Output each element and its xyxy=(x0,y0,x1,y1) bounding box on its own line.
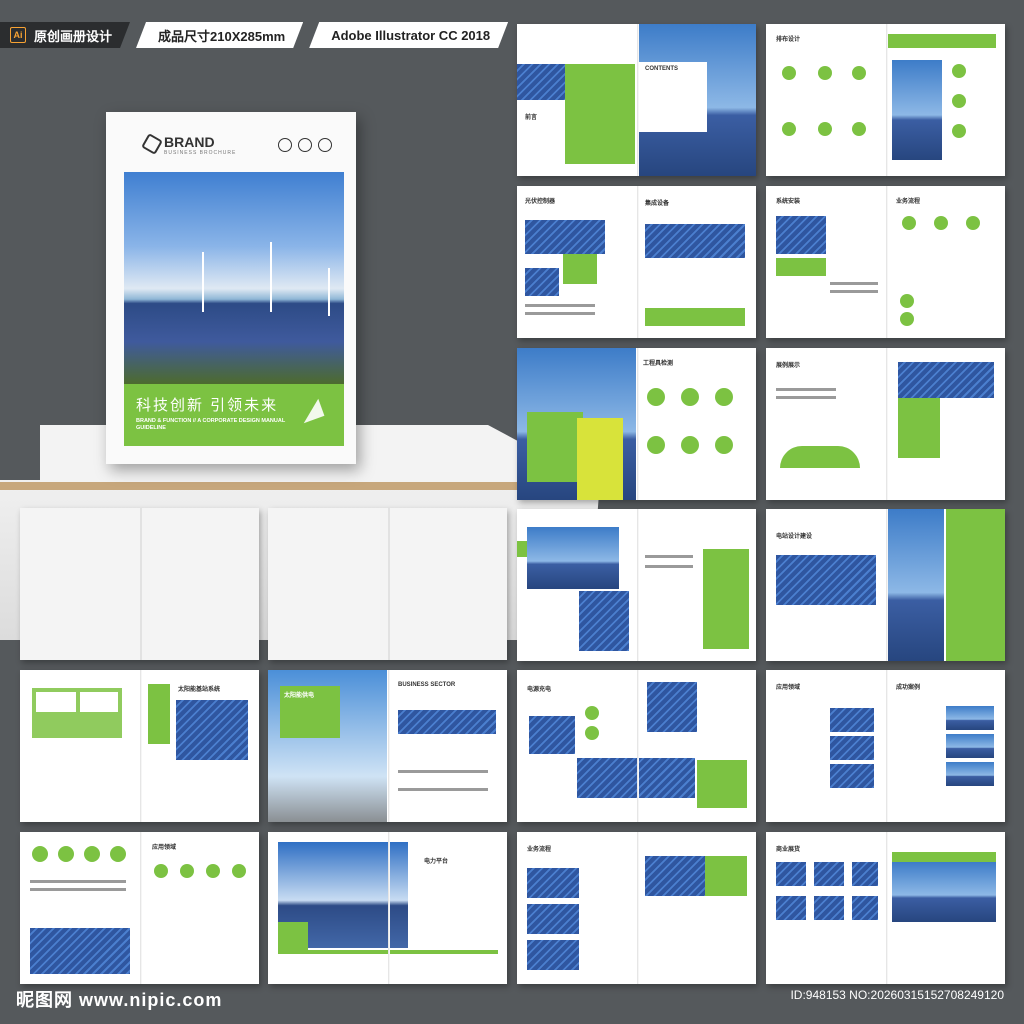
cover-icons xyxy=(278,138,332,152)
cover-photo xyxy=(124,172,344,384)
spread-title: 业务流程 xyxy=(527,847,552,853)
spread-title: 电力平台 xyxy=(424,859,449,865)
spread-title: 工程具检测 xyxy=(643,361,674,367)
spread-title: 商业展货 xyxy=(776,847,801,853)
spread-9: 太阳能基站系统 xyxy=(20,670,259,822)
spread-8: 电站设计建设 xyxy=(766,509,1005,661)
header-bar: Ai 原创画册设计 成品尺寸210X285mm Adobe Illustrato… xyxy=(0,22,514,48)
home-icon xyxy=(298,138,312,152)
spread-title: 太阳能供电 xyxy=(284,693,315,699)
wind-turbine xyxy=(270,242,272,312)
spread-14: 电力平台 xyxy=(268,832,507,984)
spread-title: 系统安装 xyxy=(776,199,801,205)
spread-15: 业务流程 xyxy=(517,832,756,984)
leaf-icon xyxy=(318,138,332,152)
header-title-tag: Ai 原创画册设计 xyxy=(0,22,130,48)
spread-13: 应用领域 xyxy=(20,832,259,984)
header-software-tag: Adobe Illustrator CC 2018 xyxy=(309,22,508,48)
blank-spread xyxy=(20,508,259,660)
spread-title: BUSINESS SECTOR xyxy=(398,682,456,688)
spread-7 xyxy=(517,509,756,661)
spread-title: 业务流程 xyxy=(896,199,921,205)
spread-4: 系统安装 业务流程 xyxy=(766,186,1005,338)
watermark-right: ID:948153 NO:20260315152708249120 xyxy=(790,988,1004,1002)
brand-name: BRAND xyxy=(164,134,215,150)
spread-title: 排布设计 xyxy=(776,37,801,43)
table-edge xyxy=(0,482,520,490)
spread-16: 商业展货 xyxy=(766,832,1005,984)
spread-title: 应用领域 xyxy=(776,685,801,691)
spread-title: 电站设计建设 xyxy=(776,534,813,540)
header-size-tag: 成品尺寸210X285mm xyxy=(136,22,303,48)
spread-12: 应用领域 成功案例 xyxy=(766,670,1005,822)
spread-6: 展例展示 xyxy=(766,348,1005,500)
spread-title: 太阳能基站系统 xyxy=(178,687,221,693)
wind-turbine xyxy=(202,252,204,312)
cover-slogan: 科技创新 引领未来 xyxy=(136,397,279,414)
spread-title: 展例展示 xyxy=(776,363,801,369)
spread-title: CONTENTS xyxy=(645,66,678,72)
spread-title: 应用领域 xyxy=(152,845,177,851)
spread-1: 前言 CONTENTS xyxy=(517,24,756,176)
watermark-left: 昵图网 www.nipic.com xyxy=(16,990,223,1010)
spread-title: 集成设备 xyxy=(645,201,670,207)
blank-spread xyxy=(268,508,507,660)
illustrator-icon: Ai xyxy=(10,27,26,43)
brochure-cover: BRAND BUSINESS BROCHURE 科技创新 引领未来 BRAND … xyxy=(106,112,356,464)
spread-title: 电源充电 xyxy=(527,687,552,693)
spread-11: 电源充电 xyxy=(517,670,756,822)
header-software: Adobe Illustrator CC 2018 xyxy=(331,27,491,43)
spread-title: 光伏控制器 xyxy=(525,199,556,205)
brand-subtitle: BUSINESS BROCHURE xyxy=(164,150,237,156)
spread-10: 太阳能供电 BUSINESS SECTOR xyxy=(268,670,507,822)
spread-title: 前言 xyxy=(525,115,538,121)
signal-icon xyxy=(278,138,292,152)
cover-slogan-sub: BRAND & FUNCTION // A CORPORATE DESIGN M… xyxy=(136,418,286,432)
wind-turbine xyxy=(328,268,330,316)
spread-title: 成功案例 xyxy=(896,685,921,691)
spread-3: 光伏控制器 集成设备 xyxy=(517,186,756,338)
spread-2: 排布设计 xyxy=(766,24,1005,176)
header-size: 成品尺寸210X285mm xyxy=(158,28,286,44)
brand-logo-icon xyxy=(141,133,163,155)
header-title: 原创画册设计 xyxy=(34,28,113,44)
spread-5: 工程具检测 xyxy=(517,348,756,500)
